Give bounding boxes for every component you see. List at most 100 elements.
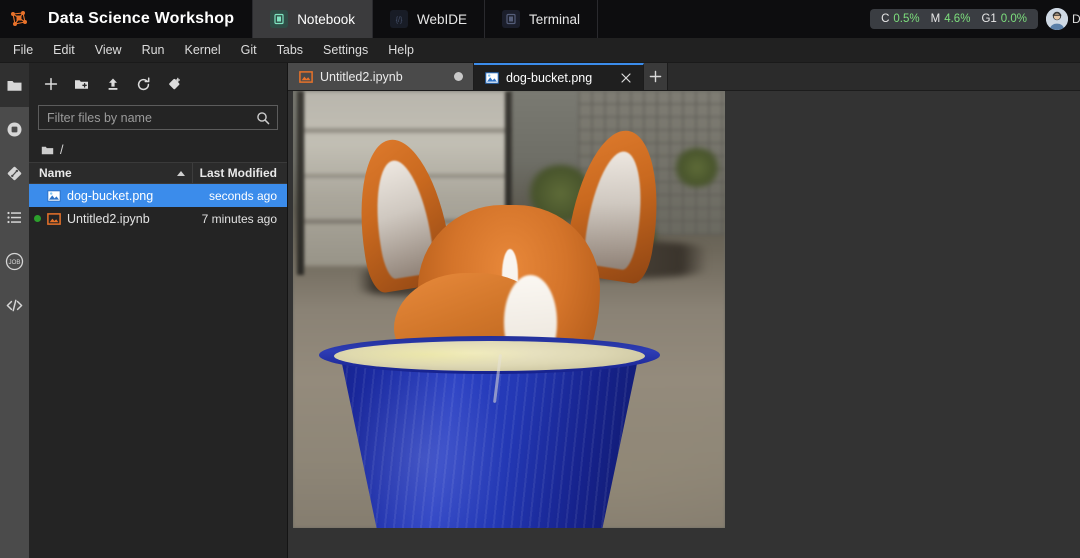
filter-row: [29, 101, 287, 138]
file-list-item-dog-bucket[interactable]: dog-bucket.png seconds ago: [29, 184, 287, 207]
workspace-tab-label: Notebook: [297, 11, 355, 27]
menu-edit[interactable]: Edit: [43, 40, 85, 60]
menu-help[interactable]: Help: [378, 40, 424, 60]
list-icon: [7, 211, 21, 223]
plus-icon: [649, 70, 662, 83]
menu-bar: File Edit View Run Kernel Git Tabs Setti…: [0, 38, 1080, 63]
dog-bucket-photo: [293, 91, 725, 528]
workspace-tab-notebook[interactable]: Notebook: [253, 0, 373, 38]
upload-icon: [108, 78, 117, 90]
file-row-left: dog-bucket.png: [29, 189, 193, 203]
folder-icon: [7, 80, 22, 91]
cpu-usage: C 0.5%: [881, 13, 920, 25]
plus-icon: [44, 77, 57, 91]
git-diamond-icon: [7, 166, 22, 180]
image-canvas: [293, 91, 725, 528]
photo-post-left: [297, 91, 305, 275]
sidebar-item-running-sessions[interactable]: [0, 107, 29, 151]
sidebar-item-table-of-contents[interactable]: [0, 195, 29, 239]
close-icon[interactable]: [618, 70, 633, 85]
photo-bucket-interior: [334, 340, 645, 371]
menu-kernel[interactable]: Kernel: [175, 40, 231, 60]
file-name: Untitled2.ipynb: [67, 211, 150, 226]
svg-text:JOB: JOB: [8, 259, 20, 266]
new-folder-icon: [75, 79, 88, 89]
file-last-modified: seconds ago: [208, 188, 277, 203]
notebook-file-icon: [299, 70, 313, 83]
workspace-tab-terminal[interactable]: Terminal: [485, 0, 599, 38]
refresh-file-list-button[interactable]: [130, 71, 157, 97]
user-name-label: D: [1072, 12, 1080, 26]
sidebar-item-extensions[interactable]: [0, 283, 29, 327]
photo-blue-bucket: [318, 273, 661, 528]
menu-git[interactable]: Git: [231, 40, 267, 60]
app-logo[interactable]: [0, 0, 38, 38]
app-title: Data Science Workshop: [38, 0, 254, 38]
sidebar-item-jobs[interactable]: JOB: [0, 239, 29, 283]
breadcrumb[interactable]: /: [29, 138, 287, 162]
git-clone-icon: [169, 77, 181, 89]
file-name: dog-bucket.png: [67, 188, 154, 203]
search-icon[interactable]: [256, 111, 277, 125]
menu-file[interactable]: File: [3, 40, 43, 60]
notebook-icon: [270, 10, 289, 28]
sidebar-item-file-browser[interactable]: [0, 63, 29, 107]
file-list-column-headers: Name Last Modified: [29, 162, 287, 184]
file-browser-toolbar: [29, 67, 287, 101]
menu-tabs[interactable]: Tabs: [267, 40, 313, 60]
search-input[interactable]: [39, 110, 256, 125]
new-launcher-button[interactable]: [37, 71, 64, 97]
new-tab-button[interactable]: [644, 63, 668, 90]
column-header-last-modified[interactable]: Last Modified: [193, 163, 287, 183]
photo-bucket-body: [339, 351, 640, 528]
top-brand-bar: Data Science Workshop Notebook {/} WebID…: [0, 0, 1080, 38]
viewer-empty-bottom: [288, 528, 725, 558]
memory-usage: M 4.6%: [930, 13, 971, 25]
viewer-empty-right: [725, 91, 1080, 558]
document-tab-label: Untitled2.ipynb: [320, 69, 403, 84]
image-viewer[interactable]: [288, 91, 1080, 558]
svg-text:{/}: {/}: [396, 17, 403, 24]
upload-files-button[interactable]: [99, 71, 126, 97]
main-dock-area: Untitled2.ipynb dog-bucket.png: [288, 63, 1080, 558]
workspace-tab-label: Terminal: [529, 11, 581, 27]
running-indicator: [34, 215, 41, 222]
document-tab-untitled2[interactable]: Untitled2.ipynb: [288, 63, 474, 90]
gpu-usage: G1 0.0%: [981, 13, 1027, 25]
avatar[interactable]: [1046, 8, 1068, 30]
new-folder-button[interactable]: [68, 71, 95, 97]
unsaved-changes-indicator[interactable]: [454, 72, 463, 81]
resource-monitor: C 0.5% M 4.6% G1 0.0%: [870, 9, 1038, 29]
document-tab-dog-bucket[interactable]: dog-bucket.png: [474, 63, 644, 90]
sort-ascending-icon: [177, 170, 185, 176]
git-clone-button[interactable]: [161, 71, 188, 97]
terminal-icon: [502, 10, 521, 28]
code-angle-brackets-icon: [6, 299, 23, 311]
refresh-icon: [137, 76, 150, 90]
file-browser-panel: / Name Last Modified dog-b: [29, 63, 288, 558]
breadcrumb-path: /: [60, 143, 64, 157]
job-badge-icon: JOB: [5, 252, 24, 270]
menu-settings[interactable]: Settings: [313, 40, 378, 60]
file-list: dog-bucket.png seconds ago Untitled2.ipy…: [29, 184, 287, 558]
column-header-name[interactable]: Name: [29, 163, 193, 183]
sidebar-item-git[interactable]: [0, 151, 29, 195]
photo-foliage-c: [673, 147, 721, 188]
workspace-tab-webide[interactable]: {/} WebIDE: [373, 0, 486, 38]
menu-view[interactable]: View: [85, 40, 132, 60]
orange-network-logo-icon: [11, 11, 27, 26]
workspace-tab-label: WebIDE: [416, 11, 468, 27]
activity-rail: JOB: [0, 63, 29, 558]
code-braces-icon: {/}: [389, 10, 408, 28]
document-tab-label: dog-bucket.png: [506, 70, 593, 85]
jupyterlab-window: Data Science Workshop Notebook {/} WebID…: [0, 0, 1080, 558]
filter-files-box[interactable]: [38, 105, 278, 130]
notebook-file-icon: [47, 212, 61, 225]
stop-circle-icon: [7, 122, 22, 136]
file-last-modified: 7 minutes ago: [201, 211, 277, 226]
image-file-icon: [485, 71, 499, 84]
file-list-item-untitled2[interactable]: Untitled2.ipynb 7 minutes ago: [29, 207, 287, 230]
menu-run[interactable]: Run: [132, 40, 175, 60]
document-tab-bar: Untitled2.ipynb dog-bucket.png: [288, 63, 1080, 91]
